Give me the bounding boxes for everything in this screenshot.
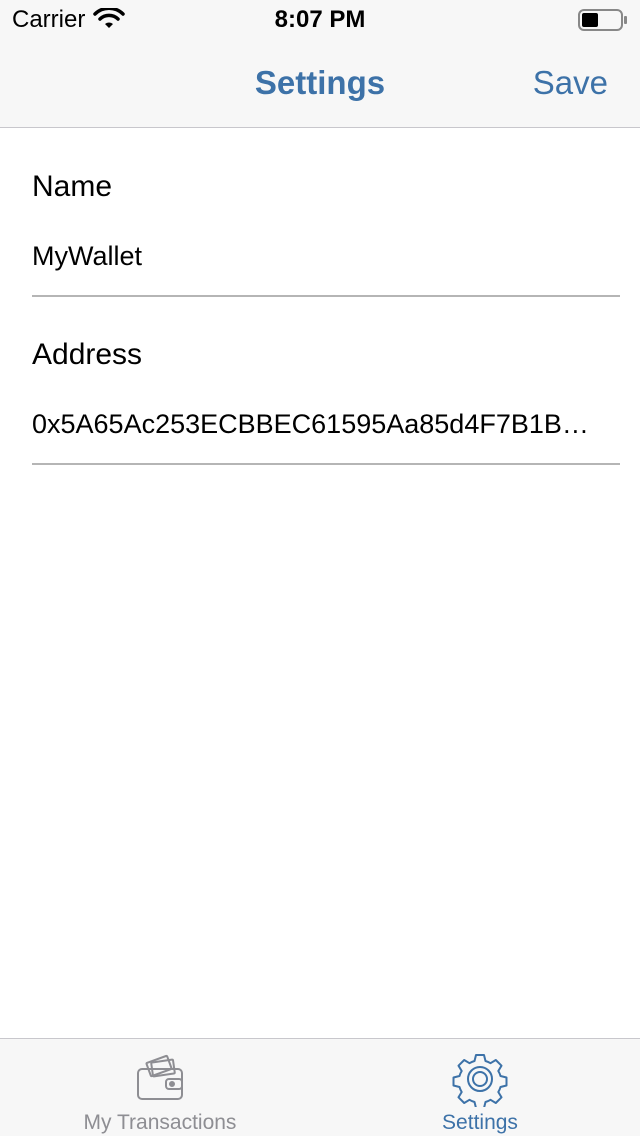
tab-my-transactions[interactable]: My Transactions	[0, 1039, 320, 1136]
status-time: 8:07 PM	[274, 6, 366, 33]
name-label: Name	[32, 170, 113, 203]
tab-label-my-transactions: My Transactions	[83, 1111, 237, 1134]
address-field-group: Address 0x5A65Ac253ECBBEC61595Aa85d4F7B1…	[32, 296, 620, 465]
save-button[interactable]: Save	[533, 64, 608, 102]
settings-form: Name MyWallet Address 0x5A65Ac253ECBBEC6…	[0, 128, 640, 465]
wallet-icon	[137, 1054, 183, 1100]
name-input[interactable]: MyWallet	[32, 241, 620, 272]
name-field-group: Name MyWallet	[32, 128, 620, 297]
tab-settings[interactable]: Settings	[320, 1039, 640, 1136]
settings-screen: Carrier 8:07 PM Settings Save Name MyWal…	[0, 0, 640, 1136]
tab-label-settings: Settings	[442, 1111, 518, 1134]
status-bar: Carrier 8:07 PM	[0, 0, 640, 40]
address-input[interactable]: 0x5A65Ac253ECBBEC61595Aa85d4F7B1B…	[32, 409, 620, 440]
gear-icon	[452, 1054, 508, 1107]
address-divider	[32, 463, 620, 465]
tab-bar: My Transactions Settings	[0, 1038, 640, 1136]
address-label: Address	[32, 338, 143, 371]
navigation-bar: Settings Save	[0, 40, 640, 128]
battery-icon	[578, 9, 627, 31]
